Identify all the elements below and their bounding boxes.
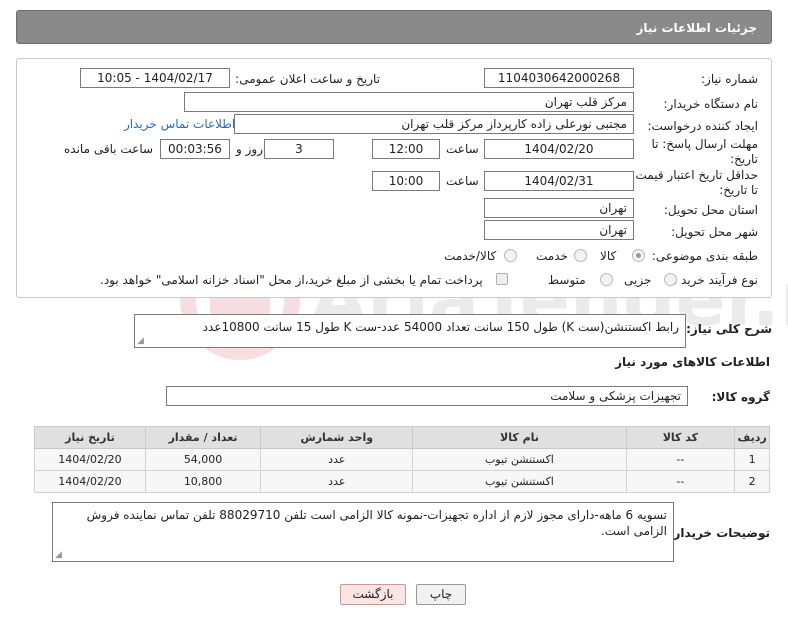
cell-row-number: 2 [734,470,770,493]
col-header-goods-code: کد کالا [625,426,736,449]
creator-field[interactable]: مجتبی نورعلی زاده کارپرداز مرکز قلب تهرا… [234,114,634,134]
cell-need-date: 1404/02/20 [34,470,146,493]
goods-group-label: گروه کالا: [711,390,770,404]
goods-group-field[interactable]: تجهیزات پزشکی و سلامت [166,386,688,406]
table-row[interactable]: 1 -- اکستنشن تیوب عدد 54,000 1404/02/20 [34,448,770,471]
print-button[interactable]: چاپ [416,584,466,605]
category-radio-goods[interactable] [632,249,645,262]
cell-goods-name: اکستنشن تیوب [412,470,627,493]
buyer-contact-link[interactable]: اطلاعات تماس خریدار [124,117,235,131]
reply-date-field[interactable]: 1404/02/20 [484,139,634,159]
category-option-goods: کالا [600,249,617,263]
price-deadline-label: حداقل تاریخ اعتبار قیمت: تا تاریخ: [631,168,758,197]
col-header-unit: واحد شمارش [260,426,414,449]
reply-time-label: ساعت [446,142,479,156]
buyer-org-field[interactable]: مرکز قلب تهران [184,92,634,112]
page-title: جزئیات اطلاعات نیاز [636,21,757,35]
announce-field[interactable]: 1404/02/17 - 10:05 [80,68,230,88]
creator-label: ایجاد کننده درخواست: [647,119,758,133]
resize-grip-icon[interactable]: ◢ [55,551,62,560]
cell-goods-code: -- [625,470,736,493]
purchase-option-medium: متوسط [548,273,586,287]
col-header-quantity: تعداد / مقدار [144,426,262,449]
need-number-field[interactable]: 1104030642000268 [484,68,634,88]
price-time-field[interactable]: 10:00 [372,171,440,191]
price-time-label: ساعت [446,174,479,188]
days-field[interactable]: 3 [264,139,334,159]
table-row[interactable]: 2 -- اکستنشن تیوب عدد 10,800 1404/02/20 [34,470,770,493]
category-radio-goods-service[interactable] [504,249,517,262]
treasury-checkbox[interactable] [496,273,508,285]
col-header-row-number: ردیف [734,426,770,449]
purchase-radio-minor[interactable] [664,273,677,286]
goods-section-title: اطلاعات کالاهای مورد نیاز [615,355,770,369]
need-number-label: شماره نیاز: [701,72,758,86]
page-title-bar: جزئیات اطلاعات نیاز [16,10,772,44]
table-header-row: ردیف کد کالا نام کالا واحد شمارش تعداد /… [34,426,770,449]
buyer-org-label: نام دستگاه خریدار: [663,97,759,111]
purchase-type-label: نوع فرآیند خرید : [673,273,758,287]
goods-table: ردیف کد کالا نام کالا واحد شمارش تعداد /… [34,426,770,493]
city-field[interactable]: تهران [484,220,634,240]
cell-goods-code: -- [625,448,736,471]
buyer-notes-field[interactable]: تسویه 6 ماهه-دارای مجوز لازم از اداره تج… [52,502,674,562]
summary-text: رابط اکستنشن(ست K) طول 150 سانت تعداد 54… [202,320,679,334]
category-option-service: خدمت [536,249,568,263]
col-header-need-date: تاریخ نیاز [34,426,146,449]
province-field[interactable]: تهران [484,198,634,218]
cell-unit: عدد [260,470,414,493]
purchase-radio-medium[interactable] [600,273,613,286]
cell-quantity: 54,000 [144,448,262,471]
cell-goods-name: اکستنشن تیوب [412,448,627,471]
back-button[interactable]: بازگشت [340,584,406,605]
col-header-goods-name: نام کالا [412,426,627,449]
announce-label: تاریخ و ساعت اعلان عمومی: [235,72,380,86]
treasury-note: پرداخت تمام یا بخشی از مبلغ خرید،از محل … [100,273,483,287]
city-label: شهر محل تحویل: [671,225,758,239]
category-label: طبقه بندی موضوعی: [651,249,758,263]
summary-field[interactable]: رابط اکستنشن(ست K) طول 150 سانت تعداد 54… [134,314,686,348]
cell-quantity: 10,800 [144,470,262,493]
buyer-notes-label: توضیحات خریدار: [668,526,770,540]
reply-deadline-label: مهلت ارسال پاسخ: تا تاریخ: [651,137,758,166]
cell-unit: عدد [260,448,414,471]
category-option-goods-service: کالا/خدمت [444,249,497,263]
province-label: استان محل تحویل: [663,203,758,217]
buyer-notes-text: تسویه 6 ماهه-دارای مجوز لازم از اداره تج… [86,508,667,538]
reply-time-field[interactable]: 12:00 [372,139,440,159]
remaining-time-label: ساعت باقی مانده [64,142,154,156]
cell-need-date: 1404/02/20 [34,448,146,471]
price-date-field[interactable]: 1404/02/31 [484,171,634,191]
cell-row-number: 1 [734,448,770,471]
summary-label: شرح کلی نیاز: [686,322,772,336]
category-radio-service[interactable] [574,249,587,262]
resize-grip-icon[interactable]: ◢ [137,337,144,346]
purchase-option-minor: جزیی [624,273,652,287]
remaining-time-field[interactable]: 00:03:56 [160,139,230,159]
days-label: روز و [236,142,263,156]
